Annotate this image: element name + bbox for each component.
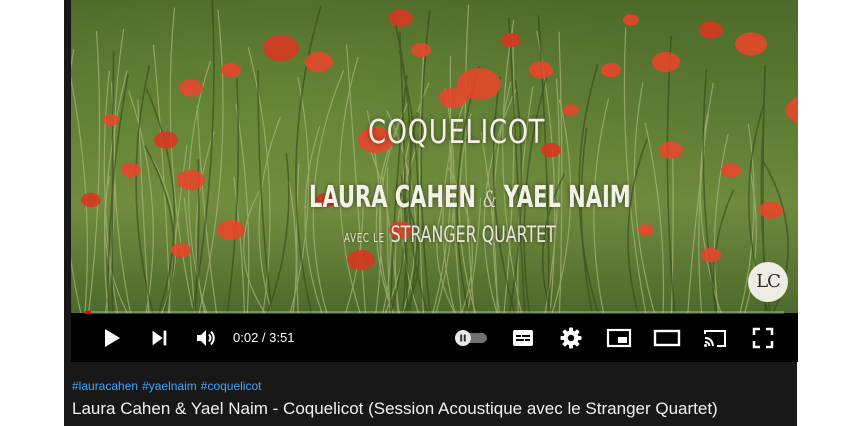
video-player[interactable]: COQUELICOT LAURA CAHEN & YAEL NAIM AVEC LE… [71, 0, 798, 362]
video-info: #lauracahen #yaelnaim #coquelicot Laura Ca… [72, 379, 792, 419]
theater-mode-icon [653, 329, 681, 347]
poppy-flower [389, 221, 413, 239]
poppy-flower [735, 32, 767, 56]
poppy-flower [638, 224, 654, 236]
poppy-flower [347, 249, 375, 271]
poppy-flower [305, 51, 333, 73]
poppy-flower [263, 35, 299, 61]
poppy-flower [121, 162, 141, 178]
fullscreen-button[interactable] [745, 314, 781, 362]
miniplayer-icon [606, 328, 632, 348]
theater-mode-button[interactable] [649, 314, 685, 362]
time-display: 0:02 / 3:51 [233, 330, 295, 345]
autoplay-toggle[interactable] [451, 314, 491, 362]
play-icon [105, 329, 120, 347]
poppy-flower [316, 192, 336, 208]
cast-icon [704, 330, 726, 347]
next-icon [152, 330, 167, 346]
page: COQUELICOT LAURA CAHEN & YAEL NAIM AVEC LE… [0, 0, 862, 426]
poppy-flower [177, 169, 205, 191]
autoplay-toggle-icon [455, 330, 487, 346]
poppy-flower [171, 242, 191, 258]
poppy-flower [221, 62, 241, 78]
poppy-flower [786, 96, 798, 124]
channel-watermark-logo[interactable]: LC [748, 262, 788, 302]
poppy-flower [659, 141, 683, 159]
poppy-flower [699, 21, 723, 39]
poppy-flower [154, 131, 178, 149]
settings-button[interactable] [553, 314, 589, 362]
poppy-flower [358, 127, 394, 153]
poppy-flower [179, 79, 203, 97]
poppy-flower [759, 201, 783, 219]
poppy-flower [529, 61, 553, 79]
poppy-field-scene [71, 0, 798, 313]
poppy-flower [563, 104, 579, 116]
poppy-flower [701, 247, 721, 263]
cast-button[interactable] [697, 314, 733, 362]
hashtag-link[interactable]: #coquelicot [201, 379, 262, 393]
hashtag-list: #lauracahen #yaelnaim #coquelicot [72, 379, 792, 393]
player-controls: 0:02 / 3:51 [71, 314, 798, 362]
gear-icon [560, 327, 582, 349]
poppy-flower [652, 51, 680, 73]
play-button[interactable] [93, 314, 129, 362]
poppy-flower [501, 32, 521, 48]
poppy-flower [601, 62, 621, 78]
subtitles-button[interactable] [505, 314, 541, 362]
fullscreen-icon [752, 327, 774, 349]
volume-icon [197, 330, 215, 346]
poppy-flower [721, 162, 741, 178]
next-button[interactable] [141, 314, 177, 362]
hashtag-link[interactable]: #yaelnaim [142, 379, 197, 393]
video-title: Laura Cahen & Yael Naim - Coquelicot (Se… [72, 399, 718, 418]
video-frame[interactable]: COQUELICOT LAURA CAHEN & YAEL NAIM AVEC LE… [71, 0, 798, 313]
poppy-flower [623, 14, 639, 26]
subtitles-icon [513, 330, 533, 346]
poppy-flower [103, 114, 119, 126]
poppy-flower [389, 9, 413, 27]
poppy-flower [81, 192, 101, 208]
miniplayer-button[interactable] [601, 314, 637, 362]
poppy-flower [217, 219, 245, 241]
poppy-flower [541, 142, 561, 158]
poppy-flower [411, 42, 431, 58]
volume-button[interactable] [187, 314, 225, 362]
poppy-flower [439, 87, 467, 109]
hashtag-link[interactable]: #lauracahen [72, 379, 138, 393]
